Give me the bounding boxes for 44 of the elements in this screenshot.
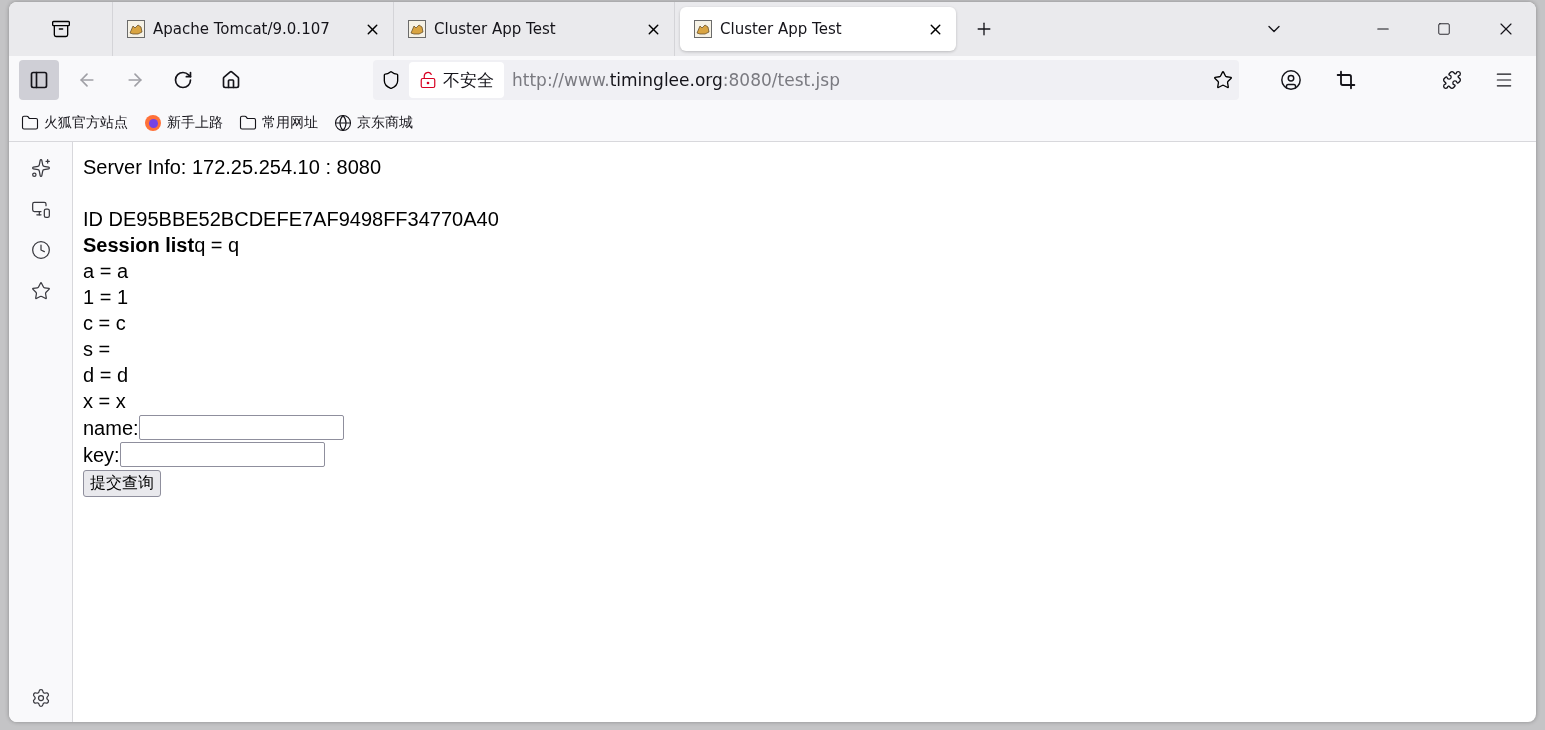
sidebar-toggle-button[interactable] bbox=[19, 60, 59, 100]
session-entry: x = x bbox=[83, 389, 127, 414]
account-icon[interactable] bbox=[1280, 69, 1302, 91]
tab-list-icon[interactable] bbox=[50, 19, 71, 39]
server-info: Server Info: 172.25.254.10 : 8080 bbox=[83, 155, 382, 180]
devices-icon[interactable] bbox=[30, 199, 51, 219]
bookmark-link[interactable]: 常用网址 bbox=[262, 113, 318, 132]
history-icon[interactable] bbox=[30, 240, 51, 260]
star-icon[interactable] bbox=[30, 281, 51, 301]
bookmark-link[interactable]: 火狐官方站点 bbox=[44, 113, 128, 132]
sparkle-icon[interactable] bbox=[30, 158, 51, 178]
tab-title: Cluster App Test bbox=[720, 20, 843, 38]
session-id: ID DE95BBE52BCDEFE7AF9498FF34770A40 bbox=[83, 207, 500, 232]
session-entry: a = a bbox=[83, 259, 130, 284]
session-entry: Session listq = q bbox=[83, 233, 241, 258]
session-entry: s = bbox=[83, 337, 112, 362]
security-indicator[interactable]: 不安全 bbox=[409, 62, 504, 98]
bookmark-link[interactable]: 新手上路 bbox=[167, 113, 223, 132]
address-bar[interactable]: 不安全 http://www.timinglee.org:8080/test.jsp bbox=[373, 60, 1239, 100]
input-field[interactable] bbox=[119, 442, 325, 467]
field-label: name: bbox=[83, 415, 139, 441]
bookmark-star-icon[interactable] bbox=[1213, 70, 1233, 90]
bookmark-link[interactable]: 京东商城 bbox=[357, 113, 413, 132]
globe-icon bbox=[334, 113, 352, 132]
shield-icon[interactable] bbox=[381, 70, 401, 90]
reload-icon bbox=[173, 70, 193, 90]
home-icon bbox=[221, 70, 241, 90]
tab-title: Apache Tomcat/9.0.107 bbox=[153, 20, 331, 38]
settings-icon[interactable] bbox=[30, 688, 51, 708]
session-entry: c = c bbox=[83, 311, 127, 336]
input-field[interactable] bbox=[138, 415, 344, 440]
folder-icon bbox=[21, 113, 39, 132]
folder-icon bbox=[239, 113, 257, 132]
crop-icon[interactable] bbox=[1336, 70, 1356, 90]
submit-button[interactable]: 提交查询 bbox=[83, 470, 161, 497]
tab-title: Cluster App Test bbox=[434, 20, 557, 38]
maximize-icon[interactable] bbox=[1437, 22, 1451, 36]
url-text: http://www.timinglee.org:8080/test.jsp bbox=[512, 70, 841, 90]
session-entry: d = d bbox=[83, 363, 130, 388]
sidebar-icon bbox=[29, 70, 49, 90]
field-label: key: bbox=[83, 442, 120, 468]
browser-tab[interactable]: Cluster App Test bbox=[680, 7, 956, 51]
extensions-icon[interactable] bbox=[1442, 70, 1462, 90]
session-entry: 1 = 1 bbox=[83, 285, 130, 310]
